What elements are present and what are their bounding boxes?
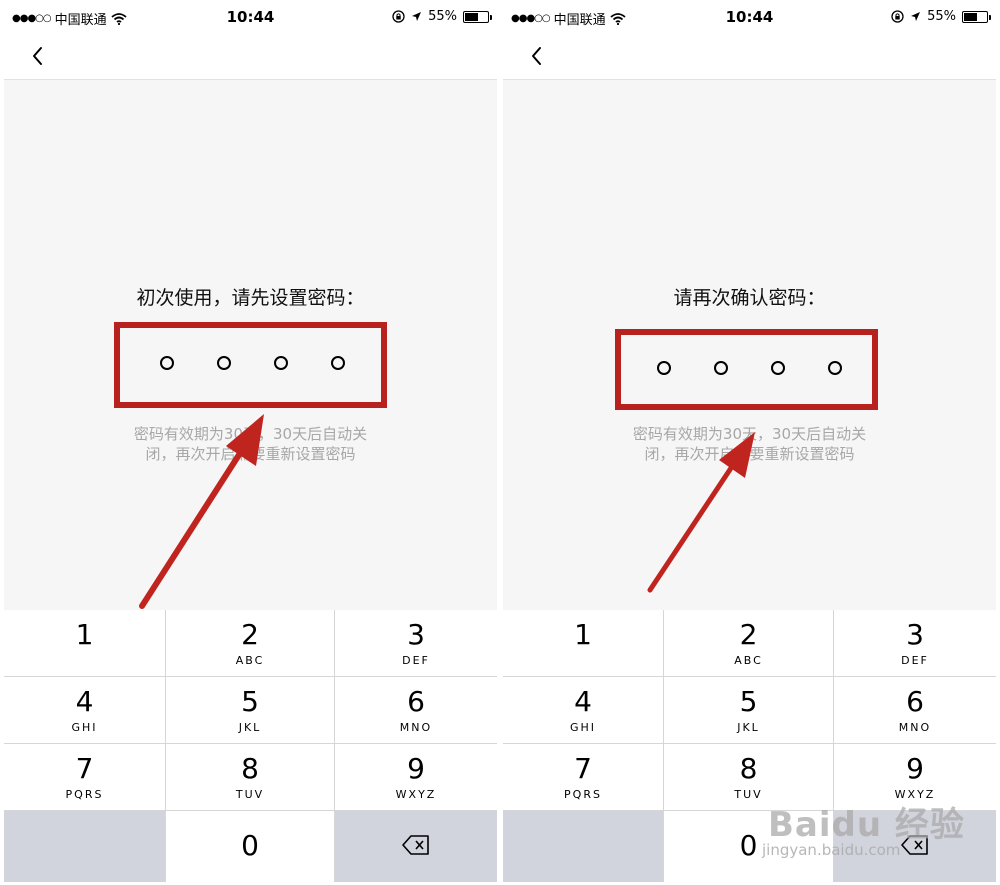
back-chevron-icon[interactable] (26, 44, 50, 68)
screenshot-pair: ●●●○○ 中国联通 10:44 55% 初次使用，请先设置密码： 密码有效期为… (0, 0, 1000, 885)
status-bar: ●●●○○ 中国联通 10:44 55% (503, 0, 996, 34)
password-prompt: 请再次确认密码： (673, 287, 826, 309)
hint-line-2: 闭，再次开启需要重新设置密码 (644, 445, 855, 463)
key-7[interactable]: 7 PQRS (4, 744, 166, 811)
key-1[interactable]: 1 (503, 610, 664, 677)
key-digit: 9 (407, 752, 425, 785)
key-letters: MNO (898, 721, 932, 734)
key-3[interactable]: 3 DEF (335, 610, 497, 677)
key-letters: GHI (71, 721, 98, 734)
key-letters: JKL (238, 721, 262, 734)
pin-dot (828, 361, 842, 375)
battery-icon (463, 10, 492, 23)
key-letters: TUV (734, 788, 763, 801)
key-digit: 7 (574, 752, 592, 785)
key-digit: 3 (906, 618, 924, 651)
key-4[interactable]: 4 GHI (503, 677, 664, 744)
key-letters: GHI (569, 721, 597, 734)
key-digit: 6 (906, 685, 924, 718)
lock-rotation-icon (392, 10, 405, 23)
key-6[interactable]: 6 MNO (335, 677, 497, 744)
pin-dot (657, 361, 671, 375)
key-digit: 5 (241, 685, 259, 718)
nav-bar (503, 34, 996, 80)
key-digit: 8 (739, 752, 758, 785)
pin-dot (714, 361, 728, 375)
lock-rotation-icon (891, 10, 904, 23)
key-digit: 1 (574, 618, 592, 651)
key-2[interactable]: 2 ABC (664, 610, 834, 677)
key-8[interactable]: 8 TUV (664, 744, 834, 811)
backspace-icon (402, 835, 429, 855)
key-8[interactable]: 8 TUV (166, 744, 335, 811)
key-digit: 2 (739, 618, 758, 651)
key-digit: 4 (574, 685, 592, 718)
key-5[interactable]: 5 JKL (664, 677, 834, 744)
hint-line-1: 密码有效期为30天，30天后自动关 (133, 425, 368, 443)
pin-dot (331, 356, 345, 370)
key-digit: 3 (407, 618, 425, 651)
numeric-keypad: 1 2 ABC 3 DEF 4 GHI 5 JKL 6 MNO 7 PQRS 8 TUV 9 W… (503, 610, 996, 882)
password-content-area: 请再次确认密码： 密码有效期为30天，30天后自动关 闭，再次开启需要重新设置密… (503, 80, 996, 610)
hint-line-2: 闭，再次开启需要重新设置密码 (145, 445, 356, 463)
numeric-keypad: 1 2 ABC 3 DEF 4 GHI 5 JKL 6 MNO 7 PQRS 8 TUV 9 W… (4, 610, 497, 882)
key-digit: 0 (241, 829, 259, 862)
key-letters: ABC (734, 654, 763, 667)
key-letters: JKL (737, 721, 760, 734)
key-delete[interactable] (834, 811, 996, 882)
key-blank (503, 811, 664, 882)
status-bar: ●●●○○ 中国联通 10:44 55% (4, 0, 497, 34)
key-2[interactable]: 2 ABC (166, 610, 335, 677)
location-arrow-icon (911, 12, 921, 21)
key-letters: MNO (399, 721, 433, 734)
key-letters: PQRS (65, 788, 104, 801)
phone-screen-set-password: ●●●○○ 中国联通 10:44 55% 初次使用，请先设置密码： 密码有效期为… (4, 0, 497, 885)
key-letters: PQRS (564, 788, 602, 801)
key-7[interactable]: 7 PQRS (503, 744, 664, 811)
password-content-area: 初次使用，请先设置密码： 密码有效期为30天，30天后自动关 闭，再次开启需要重… (4, 80, 497, 610)
key-5[interactable]: 5 JKL (166, 677, 335, 744)
key-1[interactable]: 1 (4, 610, 166, 677)
key-blank (4, 811, 166, 882)
key-digit: 7 (75, 752, 94, 785)
pin-dot (274, 356, 288, 370)
nav-bar (4, 34, 497, 80)
key-digit: 1 (75, 618, 94, 651)
key-digit: 6 (407, 685, 425, 718)
key-4[interactable]: 4 GHI (4, 677, 166, 744)
pin-entry-highlight-box[interactable] (615, 329, 878, 410)
pin-entry-highlight-box[interactable] (114, 322, 387, 408)
key-letters: WXYZ (894, 788, 936, 801)
key-3[interactable]: 3 DEF (834, 610, 996, 677)
key-letters: WXYZ (395, 788, 437, 801)
location-arrow-icon (412, 12, 422, 21)
battery-icon (962, 10, 991, 23)
key-digit: 0 (739, 829, 758, 862)
key-digit: 5 (739, 685, 758, 718)
key-9[interactable]: 9 WXYZ (834, 744, 996, 811)
battery-percent: 55% (927, 9, 956, 24)
key-letters: DEF (901, 654, 929, 667)
key-0[interactable]: 0 (664, 811, 834, 882)
pin-dot (160, 356, 174, 370)
key-digit: 4 (75, 685, 94, 718)
backspace-icon (901, 835, 928, 855)
password-prompt: 初次使用，请先设置密码： (136, 287, 365, 309)
battery-percent: 55% (428, 9, 457, 24)
key-letters: DEF (402, 654, 430, 667)
pin-dot (217, 356, 231, 370)
hint-line-1: 密码有效期为30天，30天后自动关 (632, 425, 867, 443)
back-chevron-icon[interactable] (525, 44, 549, 68)
key-letters: ABC (235, 654, 265, 667)
pin-dot (771, 361, 785, 375)
phone-screen-confirm-password: ●●●○○ 中国联通 10:44 55% 请再次确认密码： 密码有效期为30天，… (503, 0, 996, 885)
key-digit: 9 (906, 752, 924, 785)
key-letters: TUV (235, 788, 265, 801)
key-digit: 2 (241, 618, 259, 651)
key-digit: 8 (241, 752, 259, 785)
key-6[interactable]: 6 MNO (834, 677, 996, 744)
key-9[interactable]: 9 WXYZ (335, 744, 497, 811)
key-0[interactable]: 0 (166, 811, 335, 882)
key-delete[interactable] (335, 811, 497, 882)
